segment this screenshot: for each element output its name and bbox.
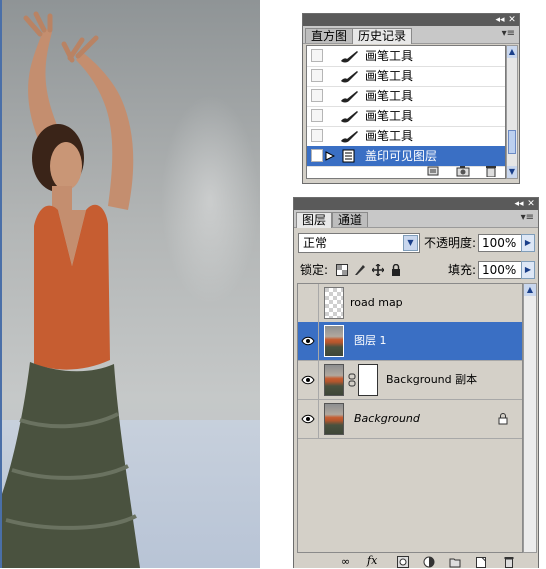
scroll-up-icon[interactable]: ▲: [507, 46, 517, 58]
blend-mode-value: 正常: [303, 236, 328, 250]
history-panel: ◂◂ ✕ 直方图 历史记录 ▾≡ 画笔工具 画笔工具 画笔工具 画笔工具 画笔工…: [302, 13, 520, 184]
layer-row-background-copy[interactable]: Background 副本: [298, 361, 522, 400]
history-item[interactable]: 画笔工具: [307, 106, 505, 127]
tab-history[interactable]: 历史记录: [352, 28, 413, 44]
new-layer-icon[interactable]: [475, 556, 487, 568]
tab-layers[interactable]: 图层: [296, 212, 333, 228]
history-panel-titlebar[interactable]: ◂◂ ✕: [303, 14, 519, 26]
opacity-input[interactable]: 100%: [478, 234, 522, 252]
layer-mask-thumbnail[interactable]: [358, 364, 378, 396]
history-tabs: 直方图 历史记录 ▾≡: [303, 26, 519, 44]
eye-icon[interactable]: [301, 414, 315, 424]
close-icon[interactable]: ✕: [507, 15, 517, 25]
document-canvas[interactable]: [0, 0, 260, 568]
layer-name[interactable]: Background 副本: [386, 372, 477, 388]
chevron-down-icon[interactable]: ▼: [403, 235, 418, 251]
layer-row-road-map[interactable]: road map: [298, 284, 522, 323]
opacity-label: 不透明度:: [424, 236, 477, 250]
layer-name[interactable]: road map: [350, 295, 403, 311]
history-source-checkbox[interactable]: [311, 129, 323, 142]
trash-icon[interactable]: [503, 556, 515, 568]
layers-footer: ∞ fx: [297, 554, 535, 569]
fill-input[interactable]: 100%: [478, 261, 522, 279]
dancer-figure: [0, 11, 140, 568]
lock-all-icon[interactable]: [390, 264, 402, 276]
history-item-label: 画笔工具: [365, 69, 414, 83]
visibility-toggle[interactable]: [298, 322, 319, 360]
layers-scrollbar[interactable]: ▲: [523, 283, 537, 553]
snapshot-camera-icon[interactable]: [456, 165, 470, 177]
eye-icon[interactable]: [301, 375, 315, 385]
history-item[interactable]: 画笔工具: [307, 46, 505, 67]
layer-stamp-icon: [342, 149, 355, 163]
close-icon[interactable]: ✕: [526, 199, 536, 209]
history-source-checkbox[interactable]: [311, 69, 323, 82]
link-layers-icon[interactable]: ∞: [341, 555, 350, 568]
tab-channels[interactable]: 通道: [332, 212, 369, 227]
brush-icon: [341, 91, 358, 103]
trash-icon[interactable]: [484, 165, 498, 177]
fx-icon[interactable]: fx: [367, 554, 377, 567]
lock-label: 锁定:: [300, 263, 329, 277]
eye-icon[interactable]: [301, 336, 315, 346]
history-footer: [306, 162, 518, 182]
history-state-slider-icon[interactable]: [325, 151, 335, 161]
layers-tabs: 图层 通道 ▾≡: [294, 210, 538, 228]
layer-list: road map 图层 1 Background 副本 Background: [297, 283, 523, 553]
brush-icon: [341, 131, 358, 143]
history-source-checkbox[interactable]: [311, 149, 323, 162]
fill-slider-arrow-icon[interactable]: ▶: [521, 261, 535, 279]
scroll-up-icon[interactable]: ▲: [524, 284, 536, 296]
collapse-panel-icon[interactable]: ◂◂: [495, 15, 505, 25]
history-source-checkbox[interactable]: [311, 109, 323, 122]
history-item-label: 画笔工具: [365, 109, 414, 123]
opacity-slider-arrow-icon[interactable]: ▶: [521, 234, 535, 252]
collapse-panel-icon[interactable]: ◂◂: [514, 199, 524, 209]
new-group-icon[interactable]: [449, 556, 461, 568]
lock-position-icon[interactable]: [372, 264, 384, 276]
layer-row-background[interactable]: Background: [298, 400, 522, 439]
brush-icon: [341, 71, 358, 83]
history-scrollbar[interactable]: ▲ ▼: [506, 45, 518, 179]
lock-icon: [498, 413, 508, 425]
history-item[interactable]: 画笔工具: [307, 86, 505, 107]
history-source-checkbox[interactable]: [311, 49, 323, 62]
panel-menu-icon[interactable]: ▾≡: [521, 212, 534, 223]
history-item[interactable]: 画笔工具: [307, 66, 505, 87]
lock-image-pixels-icon[interactable]: [354, 264, 366, 276]
brush-icon: [341, 51, 358, 63]
mask-link-icon[interactable]: [348, 373, 356, 387]
history-source-checkbox[interactable]: [311, 89, 323, 102]
adjustment-layer-icon[interactable]: [423, 556, 435, 568]
visibility-toggle[interactable]: [298, 361, 319, 399]
canvas-left-edge: [0, 0, 2, 568]
layer-row-layer-1[interactable]: 图层 1: [298, 322, 522, 361]
visibility-toggle[interactable]: [298, 284, 319, 322]
blend-mode-select[interactable]: 正常 ▼: [298, 233, 420, 253]
lock-transparent-pixels-icon[interactable]: [336, 264, 348, 276]
visibility-toggle[interactable]: [298, 400, 319, 438]
fill-label: 填充:: [448, 263, 477, 277]
layer-thumbnail: [324, 287, 344, 319]
history-item-label: 画笔工具: [365, 49, 414, 63]
layer-name[interactable]: Background: [354, 411, 420, 427]
layer-name[interactable]: 图层 1: [354, 333, 387, 349]
layer-thumbnail: [324, 364, 344, 396]
add-mask-icon[interactable]: [397, 556, 409, 568]
layer-thumbnail: [324, 325, 344, 357]
new-document-from-state-icon[interactable]: [426, 165, 440, 177]
scroll-thumb[interactable]: [508, 130, 516, 154]
panel-menu-icon[interactable]: ▾≡: [502, 28, 515, 39]
history-list: 画笔工具 画笔工具 画笔工具 画笔工具 画笔工具 盖印可见图层: [306, 45, 506, 179]
tab-histogram[interactable]: 直方图: [305, 28, 354, 43]
layers-panel: ◂◂ ✕ 图层 通道 ▾≡ 正常 ▼ 不透明度: 100% ▶ 锁定: 填充: …: [293, 197, 539, 568]
brush-icon: [341, 111, 358, 123]
history-item-label: 画笔工具: [365, 129, 414, 143]
layers-panel-titlebar[interactable]: ◂◂ ✕: [294, 198, 538, 210]
history-item-label: 画笔工具: [365, 89, 414, 103]
history-item[interactable]: 画笔工具: [307, 126, 505, 147]
layer-thumbnail: [324, 403, 344, 435]
